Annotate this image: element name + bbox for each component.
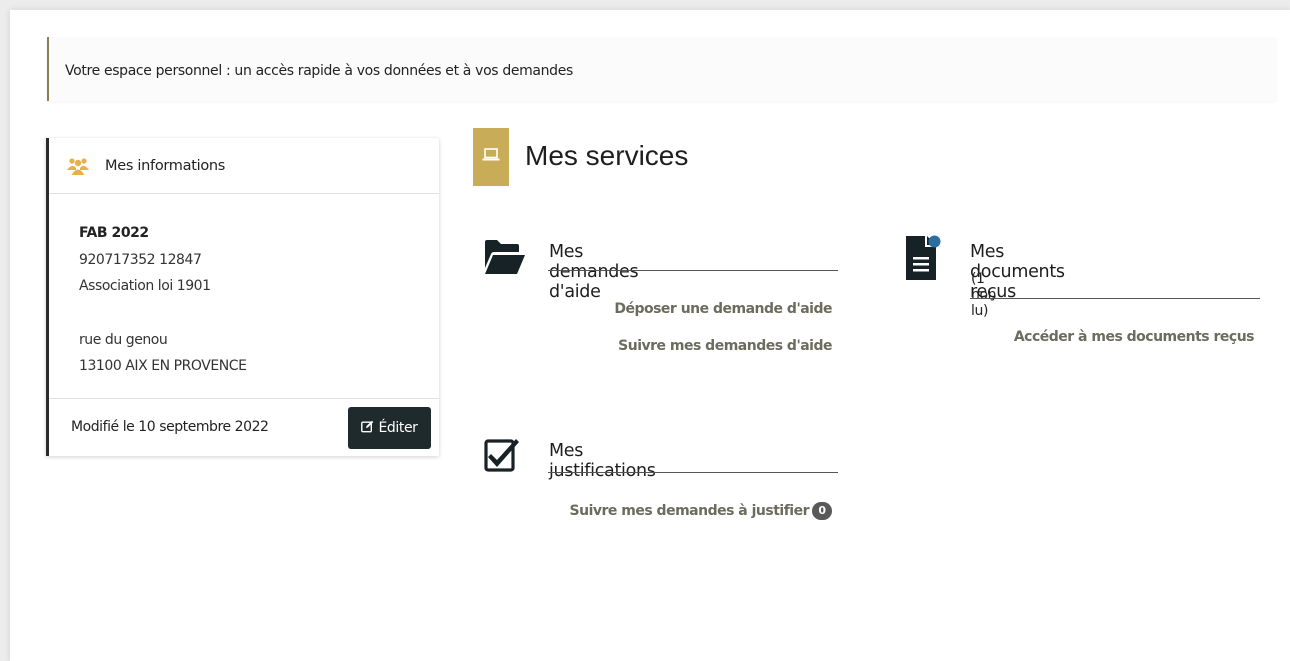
legal-form: Association loi 1901	[79, 278, 211, 294]
laptop-icon	[482, 147, 500, 167]
page: Votre espace personnel : un accès rapide…	[10, 10, 1290, 661]
services-icon-box	[473, 128, 509, 186]
siret-number: 920717352 12847	[79, 251, 202, 268]
address-city: 13100 AIX EN PROVENCE	[79, 358, 247, 374]
link-suivre-demandes[interactable]: Suivre mes demandes d'aide	[570, 338, 832, 354]
folder-open-icon	[484, 238, 526, 281]
justifications-link-text: Suivre mes demandes à justifier	[569, 503, 810, 519]
edit-icon	[361, 420, 374, 437]
services-title: Mes services	[525, 140, 689, 171]
demandes-title[interactable]: Mes demandes d'aide	[549, 242, 639, 302]
link-acceder-documents[interactable]: Accéder à mes documents reçus	[970, 329, 1255, 345]
edit-button-label: Éditer	[378, 420, 418, 436]
link-deposer-demande[interactable]: Déposer une demande d'aide	[570, 301, 832, 317]
edit-button[interactable]: Éditer	[348, 407, 431, 449]
info-card-header: Mes informations	[49, 138, 439, 194]
organization-name: FAB 2022	[79, 225, 149, 241]
justifications-title[interactable]: Mes justifications	[549, 441, 656, 481]
info-card-footer: Modifié le 10 septembre 2022 Éditer	[49, 398, 439, 456]
info-card-body: FAB 2022 920717352 12847 Association loi…	[79, 220, 247, 380]
modified-date: Modifié le 10 septembre 2022	[71, 419, 269, 435]
info-card-title: Mes informations	[105, 158, 226, 174]
link-suivre-justifications[interactable]: Suivre mes demandes à justifier 0	[550, 502, 832, 520]
info-card: Mes informations FAB 2022 920717352 1284…	[46, 138, 439, 456]
justifications-count-badge: 0	[812, 502, 832, 520]
checkbox-checked-icon	[484, 436, 520, 479]
address-street: rue du genou	[79, 331, 168, 348]
document-notification-icon	[904, 234, 942, 287]
intro-banner: Votre espace personnel : un accès rapide…	[47, 37, 1276, 101]
users-icon	[67, 157, 89, 175]
documents-unread-count: (1 non lu)	[971, 271, 997, 319]
intro-text: Votre espace personnel : un accès rapide…	[65, 63, 573, 79]
